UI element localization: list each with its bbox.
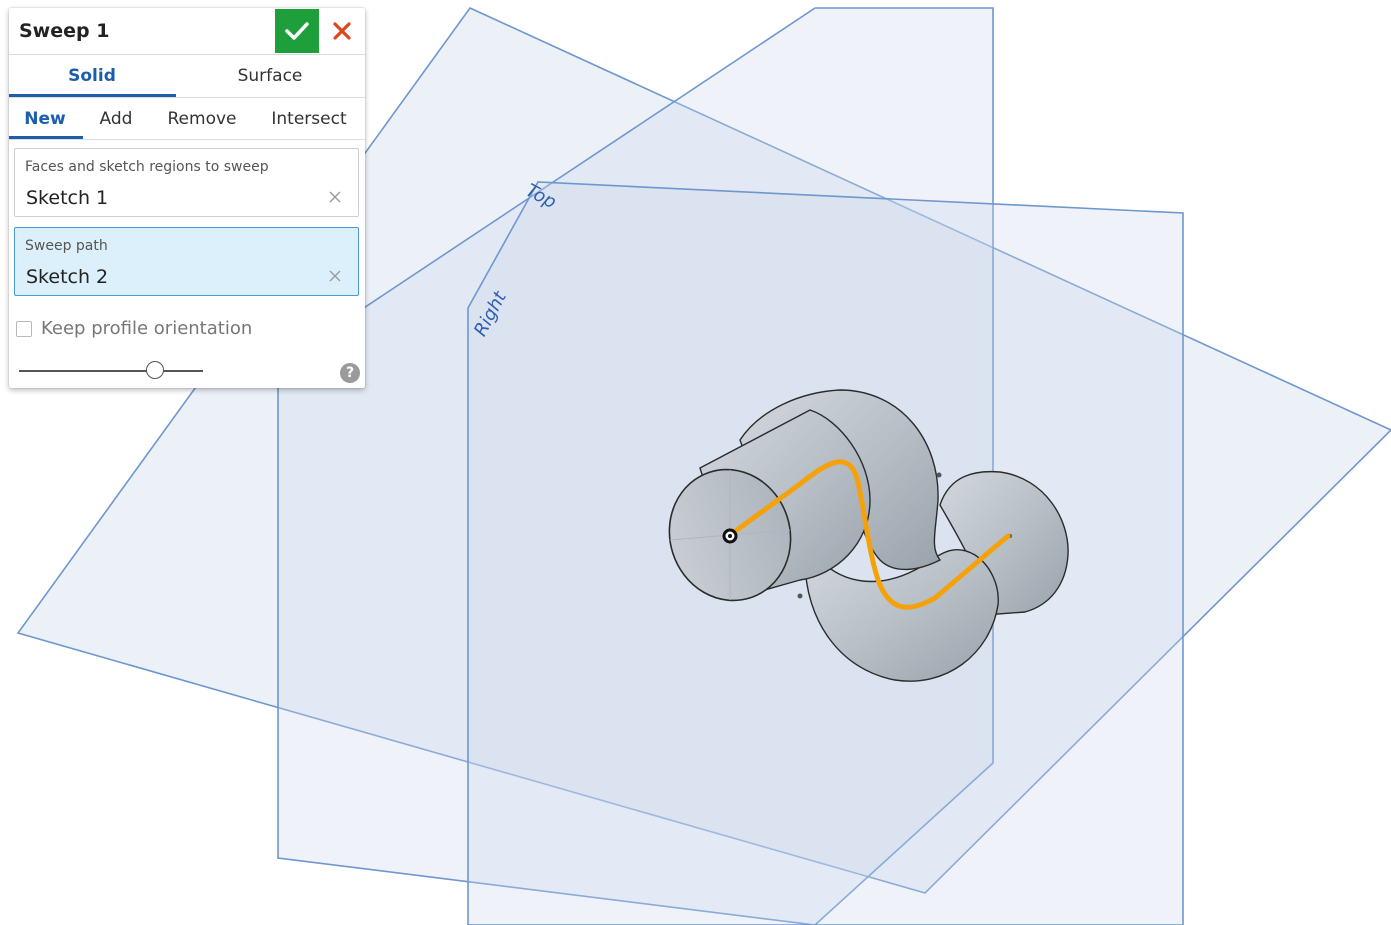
slider-thumb[interactable] [146, 361, 164, 379]
tab-solid[interactable]: Solid [9, 66, 175, 86]
profiles-field-label: Faces and sketch regions to sweep [25, 159, 269, 175]
tab-add[interactable]: Add [87, 109, 145, 129]
check-icon [285, 22, 309, 40]
clear-icon[interactable] [327, 268, 343, 284]
sweep-feature-dialog: Sweep 1 Solid Surface New Add Remove Int… [9, 8, 365, 388]
tab-remove[interactable]: Remove [157, 109, 247, 129]
slider-track [19, 370, 203, 372]
dialog-title: Sweep 1 [19, 20, 110, 42]
tab-new[interactable]: New [13, 109, 77, 129]
keep-orientation-label: Keep profile orientation [41, 318, 253, 339]
tab-intersect[interactable]: Intersect [261, 109, 357, 129]
preview-slider[interactable] [19, 360, 203, 382]
body-type-tabs: Solid Surface [9, 54, 365, 97]
confirm-button[interactable] [275, 9, 319, 53]
close-icon [333, 22, 351, 40]
tab-surface[interactable]: Surface [187, 66, 353, 86]
sweep-path-selection-field[interactable]: Sweep path Sketch 2 [14, 227, 359, 296]
clear-icon[interactable] [327, 189, 343, 205]
dialog-header: Sweep 1 [9, 8, 365, 54]
cancel-button[interactable] [323, 9, 361, 53]
profiles-selection-field[interactable]: Faces and sketch regions to sweep Sketch… [14, 148, 359, 217]
keep-orientation-checkbox[interactable] [16, 321, 32, 337]
path-field-value: Sketch 2 [26, 266, 109, 288]
profiles-field-value: Sketch 1 [26, 187, 109, 209]
operation-tabs: New Add Remove Intersect [9, 97, 365, 139]
operation-tabs-divider [9, 139, 365, 140]
help-icon[interactable]: ? [340, 363, 360, 383]
path-field-label: Sweep path [25, 238, 108, 254]
